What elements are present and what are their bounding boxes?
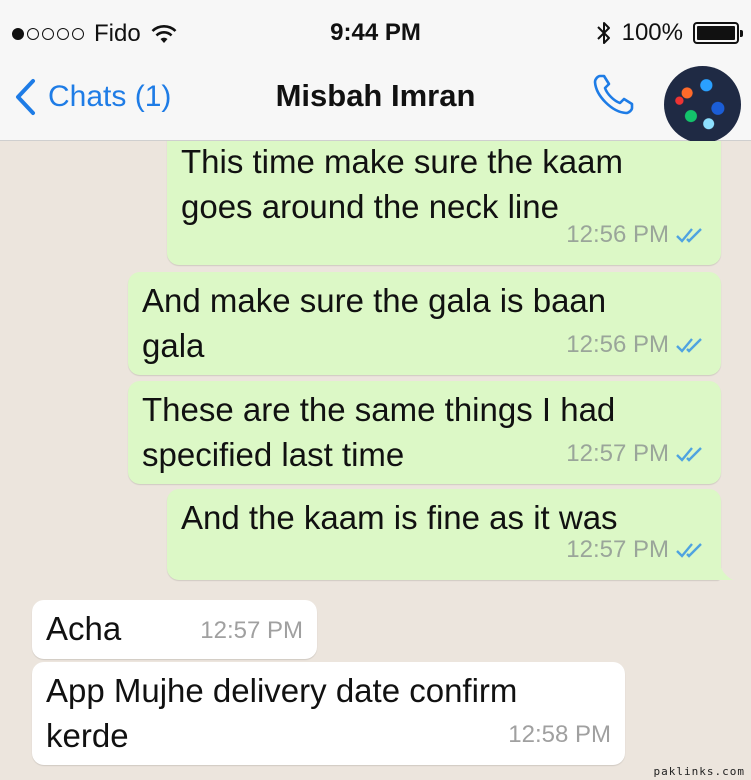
read-receipt-icon <box>676 446 702 462</box>
read-receipt-icon <box>676 227 702 243</box>
watermark: paklinks.com <box>653 765 745 778</box>
contact-avatar[interactable] <box>664 66 741 143</box>
message-bubble-outgoing[interactable]: And the kaam is fine as it was 12:57 PM <box>167 489 733 580</box>
bubble-tail <box>715 558 733 580</box>
message-bubble-outgoing[interactable]: And make sure the gala is baan gala 12:5… <box>128 272 721 375</box>
message-bubble-incoming[interactable]: App Mujhe delivery date confirm kerde 12… <box>32 662 625 765</box>
battery-icon <box>693 22 743 44</box>
message-bubble-outgoing[interactable]: These are the same things I had specifie… <box>128 381 721 484</box>
message-bubble-outgoing[interactable]: This time make sure the kaam goes around… <box>167 141 721 265</box>
contact-name[interactable]: Misbah Imran <box>0 78 751 114</box>
message-meta: 12:56 PM <box>566 322 707 367</box>
status-right: 100% <box>596 19 743 47</box>
phone-icon[interactable] <box>590 70 638 118</box>
message-meta: 12:56 PM <box>566 212 707 257</box>
message-time: 12:58 PM <box>508 721 611 748</box>
message-list[interactable]: This time make sure the kaam goes around… <box>0 141 751 780</box>
message-time: 12:57 PM <box>566 440 669 467</box>
bluetooth-icon <box>596 22 610 44</box>
message-bubble-incoming[interactable]: Acha 12:57 PM <box>32 600 317 659</box>
read-receipt-icon <box>676 542 702 558</box>
message-time: 12:57 PM <box>200 617 303 644</box>
message-time: 12:57 PM <box>566 536 669 563</box>
battery-percentage: 100% <box>621 19 683 46</box>
message-time: 12:56 PM <box>566 221 669 248</box>
read-receipt-icon <box>676 337 702 353</box>
chat-header: Chats (1) Misbah Imran <box>0 66 751 143</box>
message-meta: 12:57 PM <box>566 527 707 572</box>
message-time: 12:56 PM <box>566 331 669 358</box>
message-meta: 12:57 PM <box>200 608 303 653</box>
message-meta: 12:58 PM <box>508 712 611 757</box>
status-bar: Fido 9:44 PM 100% <box>0 0 751 66</box>
message-meta: 12:57 PM <box>566 431 707 476</box>
